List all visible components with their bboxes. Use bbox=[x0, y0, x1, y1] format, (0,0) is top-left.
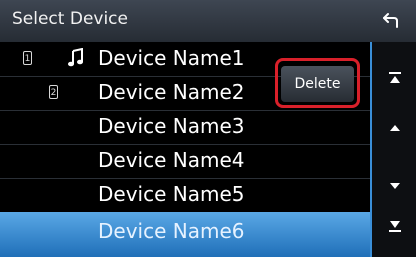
page-title: Select Device bbox=[12, 9, 128, 29]
device-row[interactable]: Device Name3 bbox=[0, 110, 370, 145]
device-slot-badge: 2 bbox=[49, 85, 58, 99]
device-name: Device Name4 bbox=[98, 148, 245, 172]
scroll-to-top-icon bbox=[388, 70, 402, 89]
device-name: Device Name1 bbox=[98, 46, 245, 70]
scroll-down-icon bbox=[389, 176, 401, 195]
scroll-down-button[interactable] bbox=[382, 172, 408, 198]
device-row-selected[interactable]: Device Name6 bbox=[0, 212, 370, 257]
device-slot-badge: 1 bbox=[23, 51, 32, 65]
scroll-up-icon bbox=[389, 118, 401, 137]
device-name: Device Name6 bbox=[98, 219, 245, 243]
device-name: Device Name5 bbox=[98, 182, 245, 206]
back-arrow-icon bbox=[383, 11, 399, 33]
scroll-to-bottom-button[interactable] bbox=[382, 214, 408, 240]
device-row[interactable]: Device Name4 bbox=[0, 144, 370, 179]
device-name: Device Name3 bbox=[98, 114, 245, 138]
scroll-up-button[interactable] bbox=[382, 114, 408, 140]
header-bar: Select Device bbox=[0, 0, 416, 42]
music-note-icon bbox=[68, 47, 84, 72]
scroll-to-bottom-icon bbox=[388, 218, 402, 237]
scroll-track bbox=[370, 42, 372, 257]
delete-button[interactable]: Delete bbox=[281, 66, 354, 102]
scroll-to-top-button[interactable] bbox=[382, 66, 408, 92]
back-button[interactable] bbox=[376, 8, 406, 36]
device-name: Device Name2 bbox=[98, 80, 245, 104]
device-row[interactable]: Device Name5 bbox=[0, 178, 370, 213]
